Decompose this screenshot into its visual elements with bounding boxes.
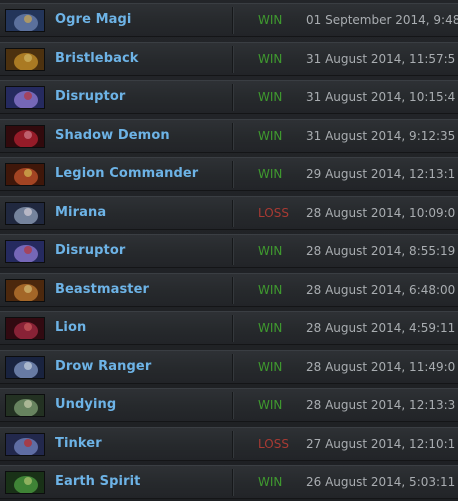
- match-row[interactable]: Earth Spirit WIN 26 August 2014, 5:03:11: [0, 465, 458, 499]
- match-row[interactable]: Undying WIN 28 August 2014, 12:13:3: [0, 388, 458, 422]
- hero-portrait: [5, 48, 45, 71]
- match-result: WIN: [258, 398, 283, 412]
- column-divider: [232, 84, 233, 111]
- match-row[interactable]: Bristleback WIN 31 August 2014, 11:57:5: [0, 42, 458, 76]
- match-row[interactable]: Lion WIN 28 August 2014, 4:59:11: [0, 311, 458, 345]
- match-date: 28 August 2014, 8:55:19: [306, 244, 456, 258]
- hero-name[interactable]: Lion: [55, 320, 86, 335]
- match-result: WIN: [258, 129, 283, 143]
- match-result: WIN: [258, 321, 283, 335]
- hero-portrait: [5, 163, 45, 186]
- match-result: WIN: [258, 360, 283, 374]
- hero-name[interactable]: Drow Ranger: [55, 359, 151, 374]
- match-result: WIN: [258, 283, 283, 297]
- match-result: WIN: [258, 52, 283, 66]
- match-date: 29 August 2014, 12:13:1: [306, 167, 456, 181]
- hero-name[interactable]: Tinker: [55, 436, 102, 451]
- match-date: 26 August 2014, 5:03:11: [306, 475, 456, 489]
- match-date: 28 August 2014, 11:49:0: [306, 360, 456, 374]
- hero-portrait: [5, 471, 45, 494]
- match-row[interactable]: Tinker LOSS 27 August 2014, 12:10:1: [0, 427, 458, 461]
- match-row[interactable]: Beastmaster WIN 28 August 2014, 6:48:00: [0, 273, 458, 307]
- hero-name[interactable]: Disruptor: [55, 243, 125, 258]
- match-date: 01 September 2014, 9:48: [306, 13, 458, 27]
- hero-portrait: [5, 125, 45, 148]
- match-row[interactable]: Drow Ranger WIN 28 August 2014, 11:49:0: [0, 350, 458, 384]
- column-divider: [232, 46, 233, 73]
- column-divider: [232, 431, 233, 458]
- hero-portrait: [5, 9, 45, 32]
- hero-portrait: [5, 240, 45, 263]
- column-divider: [232, 315, 233, 342]
- hero-portrait: [5, 433, 45, 456]
- hero-portrait: [5, 317, 45, 340]
- hero-name[interactable]: Mirana: [55, 205, 106, 220]
- column-divider: [232, 200, 233, 227]
- match-result: WIN: [258, 90, 283, 104]
- column-divider: [232, 123, 233, 150]
- hero-name[interactable]: Ogre Magi: [55, 12, 131, 27]
- match-result: LOSS: [258, 437, 289, 451]
- match-result: LOSS: [258, 206, 289, 220]
- match-row[interactable]: Disruptor WIN 31 August 2014, 10:15:4: [0, 80, 458, 114]
- match-row[interactable]: Shadow Demon WIN 31 August 2014, 9:12:35: [0, 119, 458, 153]
- match-date: 28 August 2014, 4:59:11: [306, 321, 456, 335]
- hero-portrait: [5, 394, 45, 417]
- match-row[interactable]: Mirana LOSS 28 August 2014, 10:09:0: [0, 196, 458, 230]
- match-result: WIN: [258, 475, 283, 489]
- match-date: 27 August 2014, 12:10:1: [306, 437, 456, 451]
- column-divider: [232, 277, 233, 304]
- hero-portrait: [5, 356, 45, 379]
- hero-name[interactable]: Undying: [55, 397, 116, 412]
- match-row[interactable]: Legion Commander WIN 29 August 2014, 12:13…: [0, 157, 458, 191]
- column-divider: [232, 7, 233, 34]
- match-row[interactable]: Disruptor WIN 28 August 2014, 8:55:19: [0, 234, 458, 268]
- hero-portrait: [5, 202, 45, 225]
- hero-portrait: [5, 86, 45, 109]
- hero-portrait: [5, 279, 45, 302]
- match-date: 31 August 2014, 10:15:4: [306, 90, 456, 104]
- column-divider: [232, 469, 233, 496]
- match-date: 28 August 2014, 12:13:3: [306, 398, 456, 412]
- column-divider: [232, 238, 233, 265]
- match-date: 28 August 2014, 10:09:0: [306, 206, 456, 220]
- hero-name[interactable]: Legion Commander: [55, 166, 198, 181]
- match-row[interactable]: Ogre Magi WIN 01 September 2014, 9:48: [0, 3, 458, 37]
- match-date: 31 August 2014, 9:12:35: [306, 129, 456, 143]
- match-date: 31 August 2014, 11:57:5: [306, 52, 456, 66]
- column-divider: [232, 161, 233, 188]
- hero-name[interactable]: Bristleback: [55, 51, 139, 66]
- match-history-list: Ogre Magi WIN 01 September 2014, 9:48 Brist…: [0, 0, 458, 501]
- hero-name[interactable]: Beastmaster: [55, 282, 149, 297]
- match-result: WIN: [258, 244, 283, 258]
- hero-name[interactable]: Earth Spirit: [55, 474, 140, 489]
- match-result: WIN: [258, 167, 283, 181]
- match-date: 28 August 2014, 6:48:00: [306, 283, 456, 297]
- match-result: WIN: [258, 13, 283, 27]
- column-divider: [232, 354, 233, 381]
- column-divider: [232, 392, 233, 419]
- hero-name[interactable]: Disruptor: [55, 89, 125, 104]
- hero-name[interactable]: Shadow Demon: [55, 128, 170, 143]
